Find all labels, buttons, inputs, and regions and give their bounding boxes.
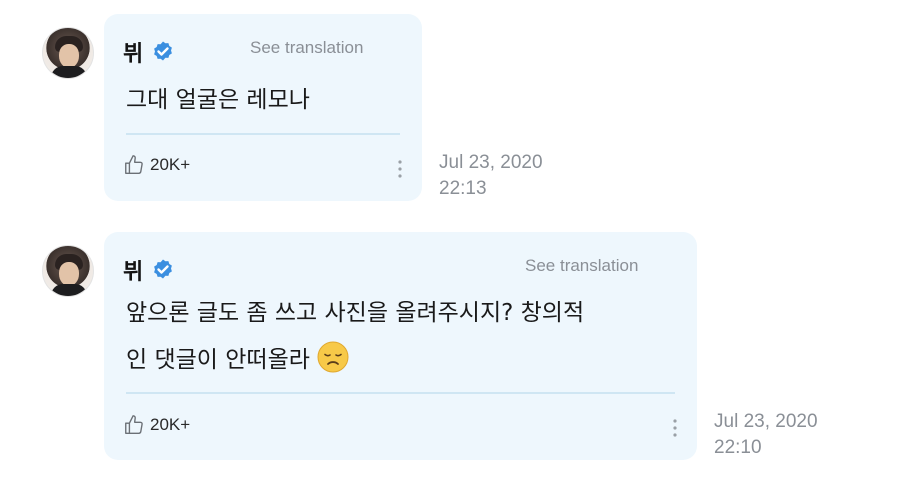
timestamp-date: Jul 23, 2020 xyxy=(714,411,818,432)
comment-bubble: 뷔 See translation 앞으론 글도 좀 쓰고 사진을 올려주시지?… xyxy=(104,232,697,460)
like-count: 20K+ xyxy=(150,415,191,434)
author-name[interactable]: 뷔 xyxy=(123,254,143,286)
see-translation-link[interactable]: See translation xyxy=(525,256,638,276)
disappointed-face-emoji xyxy=(317,341,349,373)
like-button[interactable]: 20K+ xyxy=(123,414,190,436)
comment-2: 뷔 See translation 앞으론 글도 좀 쓰고 사진을 올려주시지?… xyxy=(0,0,900,478)
comment-text-line-2: 인 댓글이 안떠올라 xyxy=(126,340,584,380)
author-avatar[interactable] xyxy=(42,245,94,297)
timestamp-time: 22:10 xyxy=(714,437,762,458)
timestamp: Jul 23, 2020 22:10 xyxy=(714,409,818,461)
comment-text-line-1: 앞으론 글도 좀 쓰고 사진을 올려주시지? 창의적 xyxy=(126,300,585,326)
thumbs-up-icon xyxy=(125,415,143,434)
verified-badge-icon xyxy=(154,259,173,279)
comment-text: 앞으론 글도 좀 쓰고 사진을 올려주시지? 창의적 인 댓글이 안떠올라 xyxy=(126,293,584,380)
comment-text-line-2-text: 인 댓글이 안떠올라 xyxy=(126,347,310,373)
more-vertical-icon[interactable] xyxy=(672,418,678,438)
divider xyxy=(126,392,675,394)
